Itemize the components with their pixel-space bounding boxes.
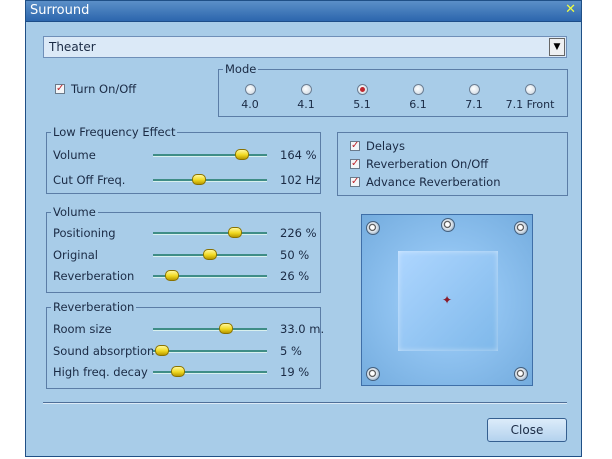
advance-reverb-checkbox[interactable]: ✓ (350, 177, 360, 187)
delays-checkbox[interactable]: ✓ (350, 141, 360, 151)
high-freq-decay-slider[interactable] (153, 366, 267, 377)
lfe-cutoff-slider[interactable] (153, 174, 267, 185)
lfe-legend: Low Frequency Effect (51, 125, 178, 139)
mode-label-7-1: 7.1 (465, 98, 483, 111)
surround-dialog: Surround ✕ Theater ▼ ✓ Turn On/Off Mode … (25, 0, 582, 457)
volume-group: Volume Positioning 226 % Original 50 % R… (46, 205, 321, 293)
reverberation-legend: Reverberation (51, 300, 137, 314)
reverberation-group: Reverberation Room size 33.0 m. Sound ab… (46, 300, 325, 389)
positioning-slider[interactable] (153, 227, 267, 238)
speaker-position-pad[interactable]: ✦ (361, 214, 533, 386)
turn-on-off-label: Turn On/Off (71, 82, 137, 96)
high-freq-decay-label: High freq. decay (53, 365, 148, 379)
lfe-cutoff-value: 102 Hz (280, 173, 321, 187)
positioning-value: 226 % (280, 226, 317, 240)
volume-reverb-value: 26 % (280, 269, 310, 283)
room-size-slider[interactable] (153, 323, 267, 334)
mode-radio-6-1[interactable] (413, 84, 424, 95)
positioning-label: Positioning (53, 226, 116, 240)
rear-right-speaker-icon[interactable] (514, 367, 528, 381)
mode-label-4-0: 4.0 (241, 98, 259, 111)
footer-divider (43, 402, 567, 404)
original-label: Original (53, 248, 99, 262)
original-thumb[interactable] (203, 249, 217, 260)
room-size-label: Room size (53, 322, 112, 336)
reverb-on-off-checkbox[interactable]: ✓ (350, 159, 360, 169)
positioning-thumb[interactable] (228, 227, 243, 238)
mode-radio-5-1[interactable] (357, 84, 368, 95)
lfe-cutoff-label: Cut Off Freq. (53, 173, 126, 187)
front-left-speaker-icon[interactable] (366, 221, 380, 235)
lfe-cutoff-thumb[interactable] (191, 174, 206, 185)
title-bar[interactable]: Surround ✕ (26, 1, 581, 22)
mode-label-4-1: 4.1 (297, 98, 315, 111)
room-size-value: 33.0 m. (280, 322, 325, 336)
lfe-volume-label: Volume (53, 148, 96, 162)
sound-absorption-slider[interactable] (153, 345, 267, 356)
close-button[interactable]: Close (487, 418, 567, 442)
chevron-down-icon[interactable]: ▼ (549, 38, 565, 56)
window-title: Surround (30, 3, 90, 18)
mode-radio-7-1[interactable] (469, 84, 480, 95)
high-freq-decay-thumb[interactable] (171, 366, 186, 377)
effects-box: ✓ Delays ✓ Reverberation On/Off ✓ Advanc… (337, 132, 568, 196)
listener-position-icon[interactable]: ✦ (442, 294, 452, 306)
turn-on-off-checkbox[interactable]: ✓ (55, 84, 65, 94)
mode-label-5-1: 5.1 (353, 98, 371, 111)
sound-absorption-label: Sound absorption (53, 344, 155, 358)
lfe-volume-value: 164 % (280, 148, 317, 162)
preset-dropdown[interactable]: Theater ▼ (43, 36, 567, 58)
delays-label: Delays (366, 139, 405, 153)
mode-legend: Mode (223, 62, 259, 76)
mode-radio-4-0[interactable] (245, 84, 256, 95)
sound-absorption-value: 5 % (280, 344, 302, 358)
original-value: 50 % (280, 248, 310, 262)
close-icon[interactable]: ✕ (565, 2, 576, 17)
lfe-volume-thumb[interactable] (234, 149, 249, 160)
room-size-thumb[interactable] (218, 323, 233, 334)
mode-radio-7-1-front[interactable] (525, 84, 536, 95)
mode-group: Mode 4.0 4.1 5.1 6.1 7.1 7.1 Front (218, 62, 568, 117)
rear-left-speaker-icon[interactable] (366, 367, 380, 381)
front-right-speaker-icon[interactable] (514, 221, 528, 235)
original-slider[interactable] (153, 249, 267, 260)
preset-value: Theater (49, 40, 96, 54)
lfe-group: Low Frequency Effect Volume 164 % Cut Of… (46, 125, 321, 194)
volume-reverb-label: Reverberation (53, 269, 135, 283)
center-speaker-icon[interactable] (441, 218, 455, 232)
mode-label-6-1: 6.1 (409, 98, 427, 111)
high-freq-decay-value: 19 % (280, 365, 310, 379)
advance-reverb-label: Advance Reverberation (366, 175, 501, 189)
mode-label-7-1-front: 7.1 Front (505, 98, 555, 111)
volume-reverb-thumb[interactable] (165, 270, 180, 281)
lfe-volume-slider[interactable] (153, 149, 267, 160)
reverb-on-off-label: Reverberation On/Off (366, 157, 489, 171)
volume-legend: Volume (51, 205, 98, 219)
volume-reverb-slider[interactable] (153, 270, 267, 281)
mode-radio-4-1[interactable] (301, 84, 312, 95)
sound-absorption-thumb[interactable] (155, 345, 170, 356)
